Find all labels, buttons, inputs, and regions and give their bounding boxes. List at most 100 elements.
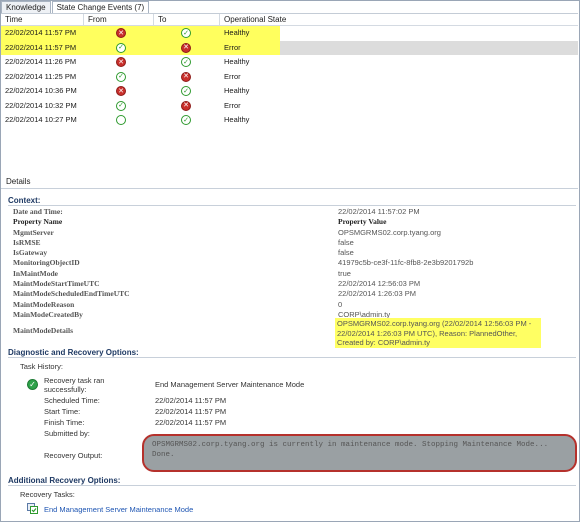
healthy-check-icon: ✓	[116, 100, 126, 111]
recovery-output-line: Done.	[152, 451, 175, 459]
table-row[interactable]: 22/02/2014 11:25 PM ✓ ✕ Error	[1, 70, 578, 85]
recovery-output-line: OPSMGRMS02.corp.tyang.org is currently i…	[152, 441, 549, 449]
column-header-to[interactable]: To	[154, 14, 220, 25]
property-value: false	[338, 248, 354, 258]
healthy-check-icon: ✓	[181, 115, 191, 126]
healthy-check-icon: ✓	[181, 28, 191, 39]
error-x-icon: ✕	[181, 71, 191, 82]
table-row[interactable]: 22/02/2014 11:57 PM ✓ ✕ Error	[1, 40, 578, 56]
cell-time: 22/02/2014 11:26 PM	[5, 57, 77, 66]
error-x-icon: ✕	[181, 42, 191, 53]
property-name: MainModeCreatedBy	[13, 309, 83, 319]
column-header-operational-state[interactable]: Operational State	[220, 14, 577, 25]
recovery-output-box[interactable]: OPSMGRMS02.corp.tyang.org is currently i…	[142, 434, 577, 472]
cell-operational-state: Healthy	[224, 57, 250, 66]
maint-mode-details-line: OPSMGRMS02.corp.tyang.org (22/02/2014 12…	[337, 319, 532, 328]
finish-time-value: 22/02/2014 11:57 PM	[155, 418, 227, 427]
cell-from: ✕	[84, 26, 154, 41]
property-name: MgmtServer	[13, 227, 54, 237]
finish-time-label: Finish Time:	[44, 418, 85, 427]
diagnostic-section-title: Diagnostic and Recovery Options:	[8, 348, 139, 357]
table-row[interactable]: 22/02/2014 11:57 PM ✕ ✓ Healthy	[1, 26, 578, 41]
error-x-icon: ✕	[116, 86, 126, 97]
cell-to: ✕	[154, 70, 220, 85]
cell-operational-state: Healthy	[224, 86, 250, 95]
column-header-time[interactable]: Time	[1, 14, 84, 25]
cell-to: ✓	[154, 113, 220, 128]
start-time-value: 22/02/2014 11:57 PM	[155, 407, 227, 416]
cell-from: ✓	[84, 41, 154, 56]
details-divider	[1, 188, 578, 189]
cell-operational-state: Error	[224, 71, 241, 81]
healthy-check-icon: ✓	[116, 42, 126, 53]
property-value: OPSMGRMS02.corp.tyang.org	[338, 227, 441, 237]
cell-to: ✕	[154, 99, 220, 114]
error-x-icon: ✕	[181, 100, 191, 111]
table-row[interactable]: 22/02/2014 10:32 PM ✓ ✕ Error	[1, 99, 578, 114]
cell-from: ✓	[84, 70, 154, 85]
cell-time: 22/02/2014 11:25 PM	[5, 71, 77, 81]
cell-time: 22/02/2014 10:32 PM	[5, 100, 77, 110]
property-name: MaintModeReason	[13, 299, 75, 309]
healthy-check-icon: ✓	[116, 71, 126, 82]
property-value: false	[338, 237, 354, 247]
table-row[interactable]: 22/02/2014 11:26 PM ✕ ✓ Healthy	[1, 55, 578, 70]
maint-mode-details-key: MaintModeDetails	[13, 326, 73, 335]
context-property-row: Date and Time: 22/02/2014 11:57:02 PM	[13, 207, 573, 217]
context-property-row: MonitoringObjectID 41979c5b-ce3f-11fc-8fb…	[13, 258, 573, 268]
property-name: InMaintMode	[13, 268, 58, 278]
tab-strip: Knowledge State Change Events (7)	[1, 1, 150, 13]
cell-to: ✓	[154, 26, 220, 41]
state-change-events-table: Time From To Operational State 22/02/201…	[1, 13, 578, 128]
property-name: MaintModeScheduledEndTimeUTC	[13, 289, 130, 299]
maint-mode-details-value: OPSMGRMS02.corp.tyang.org (22/02/2014 12…	[335, 318, 541, 348]
start-time-label: Start Time:	[44, 407, 81, 416]
details-label: Details	[6, 177, 31, 186]
cell-time: 22/02/2014 10:27 PM	[5, 115, 77, 124]
recovery-task-link[interactable]: End Management Server Maintenance Mode	[44, 505, 193, 514]
diagnostic-section-divider	[8, 357, 576, 358]
cell-time: 22/02/2014 10:36 PM	[5, 86, 77, 95]
property-name: Date and Time:	[13, 207, 63, 216]
property-name: MonitoringObjectID	[13, 258, 80, 268]
context-property-row: Property Name Property Value	[13, 217, 573, 227]
property-value: 41979c5b-ce3f-11fc-8fb8-2e3b9201792b	[338, 258, 474, 268]
maint-mode-details-line: Created by: CORP\admin.ty	[337, 338, 430, 348]
cell-to: ✕	[154, 41, 220, 56]
cell-operational-state: Healthy	[224, 115, 250, 124]
context-property-list: Date and Time: 22/02/2014 11:57:02 PM Prop…	[13, 207, 573, 320]
context-property-row: MgmtServer OPSMGRMS02.corp.tyang.org	[13, 228, 573, 238]
additional-recovery-title: Additional Recovery Options:	[8, 476, 121, 485]
cell-operational-state: Error	[224, 100, 241, 110]
empty-state-icon	[116, 115, 126, 126]
table-row[interactable]: 22/02/2014 10:36 PM ✕ ✓ Healthy	[1, 84, 578, 99]
additional-recovery-divider	[8, 485, 576, 486]
task-status-line: successfully:	[44, 385, 87, 394]
cell-to: ✓	[154, 55, 220, 70]
property-value: true	[338, 268, 351, 278]
property-name: MaintModeStartTimeUTC	[13, 279, 100, 289]
error-x-icon: ✕	[116, 28, 126, 39]
task-history-label: Task History:	[20, 362, 63, 371]
cell-from	[84, 113, 154, 128]
table-row[interactable]: 22/02/2014 10:27 PM ✓ Healthy	[1, 113, 578, 128]
recovery-tasks-label: Recovery Tasks:	[20, 490, 75, 499]
cell-time: 22/02/2014 11:57 PM	[5, 42, 77, 52]
scheduled-time-value: 22/02/2014 11:57 PM	[155, 396, 227, 405]
context-section-title: Context:	[8, 196, 41, 205]
cell-from: ✓	[84, 99, 154, 114]
column-header-from[interactable]: From	[84, 14, 154, 25]
tab-state-change-events[interactable]: State Change Events (7)	[51, 1, 150, 13]
submitted-by-label: Submitted by:	[44, 429, 90, 438]
context-property-row: MaintModeScheduledEndTimeUTC 22/02/2014 1…	[13, 289, 573, 299]
table-header: Time From To Operational State	[1, 13, 578, 26]
property-name: Property Name	[13, 217, 63, 227]
context-property-row: MaintModeStartTimeUTC 22/02/2014 12:56:03…	[13, 279, 573, 289]
cell-from: ✕	[84, 55, 154, 70]
cell-time: 22/02/2014 11:57 PM	[5, 28, 77, 37]
cell-from: ✕	[84, 84, 154, 99]
recovery-task-icon	[27, 503, 38, 514]
property-value: 0	[338, 299, 343, 309]
healthy-check-icon: ✓	[181, 57, 191, 68]
tab-knowledge[interactable]: Knowledge	[1, 1, 51, 13]
